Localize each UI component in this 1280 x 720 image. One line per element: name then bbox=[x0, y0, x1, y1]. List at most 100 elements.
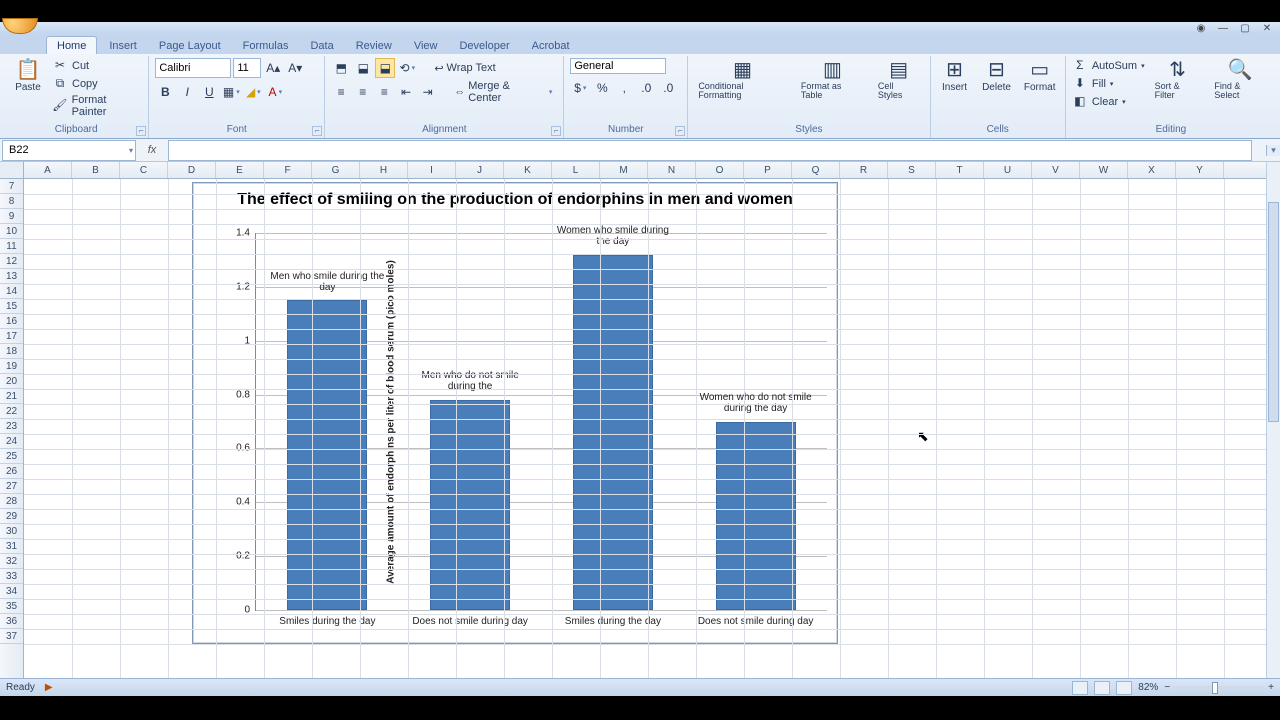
row-header-36[interactable]: 36 bbox=[0, 614, 23, 629]
tab-page-layout[interactable]: Page Layout bbox=[149, 37, 231, 54]
zoom-out-button[interactable]: − bbox=[1164, 682, 1170, 693]
wrap-text-button[interactable]: ↩Wrap Text bbox=[429, 58, 500, 78]
align-right-button[interactable]: ≡ bbox=[375, 82, 395, 102]
column-header-W[interactable]: W bbox=[1080, 162, 1128, 178]
format-as-table-button[interactable]: ▥Format as Table bbox=[797, 58, 868, 102]
decrease-indent-button[interactable]: ⇤ bbox=[396, 82, 416, 102]
vertical-scrollbar[interactable] bbox=[1266, 162, 1280, 679]
column-header-R[interactable]: R bbox=[840, 162, 888, 178]
macro-record-icon[interactable]: ▶ bbox=[45, 682, 53, 693]
autosum-button[interactable]: ΣAutoSum▾ bbox=[1072, 58, 1145, 74]
row-header-16[interactable]: 16 bbox=[0, 314, 23, 329]
row-header-23[interactable]: 23 bbox=[0, 419, 23, 434]
chart-object[interactable]: The effect of smiling on the production … bbox=[192, 182, 838, 644]
row-header-12[interactable]: 12 bbox=[0, 254, 23, 269]
comma-button[interactable]: , bbox=[614, 78, 634, 98]
row-header-22[interactable]: 22 bbox=[0, 404, 23, 419]
help-icon[interactable]: ◉ bbox=[1194, 23, 1208, 34]
page-layout-view-button[interactable] bbox=[1094, 681, 1110, 695]
row-header-21[interactable]: 21 bbox=[0, 389, 23, 404]
row-header-26[interactable]: 26 bbox=[0, 464, 23, 479]
insert-cells-button[interactable]: ⊞Insert bbox=[937, 58, 973, 95]
v-scroll-thumb[interactable] bbox=[1268, 202, 1279, 422]
bold-button[interactable]: B bbox=[155, 82, 175, 102]
align-middle-button[interactable]: ⬓ bbox=[353, 58, 373, 78]
column-header-V[interactable]: V bbox=[1032, 162, 1080, 178]
name-box[interactable]: B22 ▾ bbox=[2, 140, 136, 161]
zoom-level[interactable]: 82% bbox=[1138, 682, 1158, 693]
column-header-T[interactable]: T bbox=[936, 162, 984, 178]
tab-acrobat[interactable]: Acrobat bbox=[522, 37, 580, 54]
column-header-X[interactable]: X bbox=[1128, 162, 1176, 178]
zoom-in-button[interactable]: + bbox=[1268, 682, 1274, 693]
row-header-34[interactable]: 34 bbox=[0, 584, 23, 599]
row-header-28[interactable]: 28 bbox=[0, 494, 23, 509]
font-color-button[interactable]: A▾ bbox=[265, 82, 285, 102]
row-header-25[interactable]: 25 bbox=[0, 449, 23, 464]
row-header-18[interactable]: 18 bbox=[0, 344, 23, 359]
normal-view-button[interactable] bbox=[1072, 681, 1088, 695]
align-left-button[interactable]: ≡ bbox=[331, 82, 351, 102]
column-header-Y[interactable]: Y bbox=[1176, 162, 1224, 178]
chart-bar[interactable] bbox=[287, 300, 367, 610]
cell-styles-button[interactable]: ▤Cell Styles bbox=[874, 58, 924, 102]
increase-font-button[interactable]: A▴ bbox=[263, 58, 283, 78]
cells-area[interactable]: The effect of smiling on the production … bbox=[24, 179, 1266, 679]
alignment-launcher[interactable]: ⌐ bbox=[551, 126, 561, 136]
copy-button[interactable]: ⧉Copy bbox=[52, 76, 142, 92]
clipboard-launcher[interactable]: ⌐ bbox=[136, 126, 146, 136]
accounting-button[interactable]: $▾ bbox=[570, 78, 590, 98]
clear-button[interactable]: ◧Clear▾ bbox=[1072, 94, 1145, 110]
chart-bar[interactable] bbox=[573, 255, 653, 610]
column-header-S[interactable]: S bbox=[888, 162, 936, 178]
row-header-31[interactable]: 31 bbox=[0, 539, 23, 554]
tab-view[interactable]: View bbox=[404, 37, 448, 54]
column-header-M[interactable]: M bbox=[600, 162, 648, 178]
number-launcher[interactable]: ⌐ bbox=[675, 126, 685, 136]
format-painter-button[interactable]: 🖌Format Painter bbox=[52, 94, 142, 118]
increase-decimal-button[interactable]: .0 bbox=[636, 78, 656, 98]
tab-review[interactable]: Review bbox=[346, 37, 402, 54]
row-header-8[interactable]: 8 bbox=[0, 194, 23, 209]
paste-button[interactable]: 📋 Paste bbox=[10, 58, 46, 95]
border-button[interactable]: ▦▾ bbox=[221, 82, 241, 102]
delete-cells-button[interactable]: ⊟Delete bbox=[979, 58, 1015, 95]
select-all-corner[interactable] bbox=[0, 162, 24, 178]
align-top-button[interactable]: ⬒ bbox=[331, 58, 351, 78]
maximize-icon[interactable]: ▢ bbox=[1238, 23, 1252, 34]
office-button[interactable] bbox=[2, 18, 38, 34]
row-header-7[interactable]: 7 bbox=[0, 179, 23, 194]
sort-filter-button[interactable]: ⇅Sort & Filter bbox=[1151, 58, 1205, 102]
column-header-O[interactable]: O bbox=[696, 162, 744, 178]
find-select-button[interactable]: 🔍Find & Select bbox=[1210, 58, 1270, 102]
column-header-L[interactable]: L bbox=[552, 162, 600, 178]
column-header-I[interactable]: I bbox=[408, 162, 456, 178]
format-cells-button[interactable]: ▭Format bbox=[1021, 58, 1059, 95]
row-header-24[interactable]: 24 bbox=[0, 434, 23, 449]
conditional-formatting-button[interactable]: ▦Conditional Formatting bbox=[694, 58, 791, 102]
zoom-slider-track[interactable] bbox=[1174, 686, 1264, 690]
fx-button[interactable]: fx bbox=[136, 144, 168, 156]
column-header-Q[interactable]: Q bbox=[792, 162, 840, 178]
column-header-K[interactable]: K bbox=[504, 162, 552, 178]
row-header-30[interactable]: 30 bbox=[0, 524, 23, 539]
worksheet-grid[interactable]: ABCDEFGHIJKLMNOPQRSTUVWXY 78910111213141… bbox=[0, 162, 1280, 679]
column-header-G[interactable]: G bbox=[312, 162, 360, 178]
cut-button[interactable]: ✂Cut bbox=[52, 58, 142, 74]
row-header-9[interactable]: 9 bbox=[0, 209, 23, 224]
tab-developer[interactable]: Developer bbox=[449, 37, 519, 54]
increase-indent-button[interactable]: ⇥ bbox=[418, 82, 438, 102]
row-header-10[interactable]: 10 bbox=[0, 224, 23, 239]
data-label[interactable]: Women who do not smile during the day bbox=[696, 392, 816, 414]
column-header-N[interactable]: N bbox=[648, 162, 696, 178]
column-header-E[interactable]: E bbox=[216, 162, 264, 178]
font-size-input[interactable] bbox=[233, 58, 261, 78]
data-label[interactable]: Women who smile during the day bbox=[553, 225, 673, 247]
italic-button[interactable]: I bbox=[177, 82, 197, 102]
number-format-select[interactable] bbox=[570, 58, 666, 74]
row-header-35[interactable]: 35 bbox=[0, 599, 23, 614]
decrease-font-button[interactable]: A▾ bbox=[285, 58, 305, 78]
row-header-20[interactable]: 20 bbox=[0, 374, 23, 389]
row-header-19[interactable]: 19 bbox=[0, 359, 23, 374]
column-header-J[interactable]: J bbox=[456, 162, 504, 178]
